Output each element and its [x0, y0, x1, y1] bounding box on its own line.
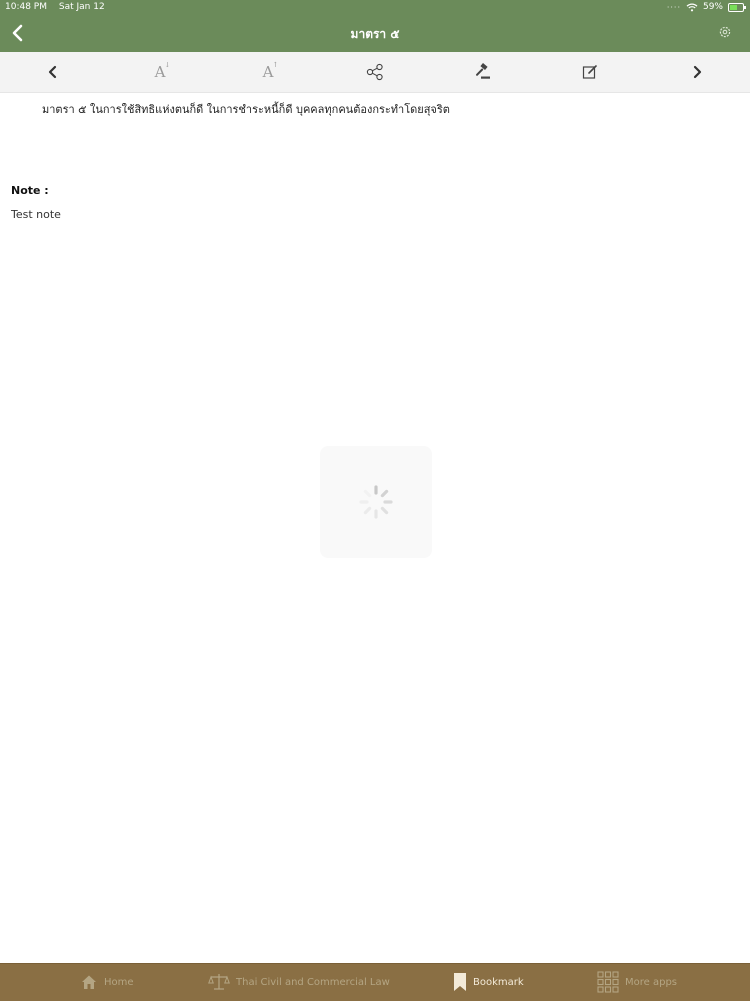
font-decrease-button[interactable]: A ↓	[150, 61, 171, 82]
note-label: Note :	[11, 184, 49, 197]
share-button[interactable]	[365, 62, 385, 82]
tab-bookmark[interactable]: Bookmark	[453, 970, 524, 994]
tab-bar: Home Thai Civil and Commercial Law Bookm…	[0, 963, 750, 1001]
home-icon	[82, 975, 96, 989]
status-bar: 10:48 PM Sat Jan 12 ···· 59%	[0, 0, 750, 16]
share-icon	[366, 63, 383, 81]
navigation-bar: มาตรา ๕	[0, 16, 750, 52]
font-size-large-icon: A ↑	[262, 61, 279, 81]
previous-section-button[interactable]	[43, 62, 63, 82]
edit-note-icon	[582, 65, 597, 79]
tab-thai-civil-law[interactable]: Thai Civil and Commercial Law	[208, 970, 390, 994]
tab-more-apps[interactable]: More apps	[597, 970, 677, 994]
battery-icon	[728, 2, 746, 12]
toolbar: A ↓ A ↑	[0, 52, 750, 93]
font-size-small-icon: A ↓	[154, 61, 171, 81]
gear-icon[interactable]	[718, 25, 732, 39]
tab-more-apps-label: More apps	[625, 976, 678, 988]
chevron-right-icon	[693, 65, 702, 79]
scales-icon	[208, 974, 230, 990]
gavel-icon	[476, 63, 490, 79]
grid-icon	[597, 971, 619, 993]
loading-overlay	[320, 446, 432, 558]
font-increase-button[interactable]: A ↑	[258, 61, 279, 82]
edit-note-button[interactable]	[580, 62, 600, 82]
judgment-button[interactable]	[473, 62, 493, 82]
status-date: Sat Jan 12	[58, 2, 105, 12]
note-text: Test note	[11, 208, 61, 221]
section-text: มาตรา ๕ ในการใช้สิทธิแห่งตนก็ดี ในการชำร…	[42, 103, 450, 116]
battery-percent: 59%	[702, 2, 723, 12]
tab-thai-civil-law-label: Thai Civil and Commercial Law	[236, 976, 390, 988]
chevron-left-icon	[48, 65, 57, 79]
tab-home-label: Home	[104, 976, 134, 988]
bookmark-icon	[454, 973, 466, 991]
status-time: 10:48 PM	[5, 2, 47, 12]
tab-home[interactable]: Home	[80, 970, 134, 994]
next-section-button[interactable]	[687, 62, 707, 82]
page-title: มาตรา ๕	[350, 27, 400, 41]
cellular-dots-icon: ····	[666, 2, 681, 12]
wifi-icon	[686, 3, 698, 11]
loading-spinner-icon	[359, 485, 393, 519]
tab-bookmark-label: Bookmark	[473, 976, 524, 988]
